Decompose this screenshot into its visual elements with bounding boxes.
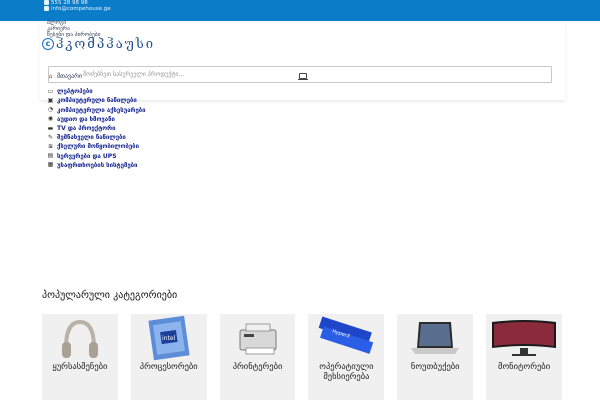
category-card-label: პრინტერები: [232, 362, 283, 372]
cpu-icon: ▣: [47, 96, 54, 104]
menu-item-audio[interactable]: ◉ აუდიო და ხმოვანი: [47, 115, 177, 124]
svg-text:intel: intel: [162, 335, 176, 342]
home-icon: ⌂: [48, 72, 53, 80]
server-icon: ▤: [47, 152, 54, 160]
logo-text: ჰკომპჰაუსი: [56, 36, 155, 52]
menu-item-network[interactable]: ≋ ქსელური მოწყობილობები: [47, 142, 177, 151]
mail-icon: [44, 6, 49, 11]
search-button-icon[interactable]: [298, 73, 308, 80]
menu-item-pc-parts[interactable]: ▣ კომპიუტერული ნაწილები: [47, 96, 177, 105]
phone-icon: [44, 0, 49, 5]
security-icon: ▦: [47, 161, 54, 169]
menu-item-security[interactable]: ▦ უსაფრთხოების სისტემები: [47, 161, 177, 170]
category-card-label: პროცესორები: [139, 362, 198, 372]
site-logo[interactable]: ᴄ ჰკომპჰაუსი: [42, 36, 155, 52]
logo-mark-icon: ᴄ: [42, 38, 54, 50]
category-card-label: ოპერატიული მეხსიერება: [319, 362, 374, 382]
menu-item-tv[interactable]: ▬ TV და პროექტორი: [47, 124, 177, 133]
monitor-image: [492, 320, 557, 356]
category-card-printers[interactable]: პრინტერები: [219, 314, 296, 400]
wifi-icon: ≋: [47, 142, 54, 150]
email-row[interactable]: info@compehouse.ge: [44, 6, 111, 12]
mouse-icon: ◔: [47, 106, 54, 114]
speaker-icon: ◉: [47, 115, 54, 123]
printer-image: [239, 323, 277, 355]
ram-image: HyperX: [319, 316, 374, 354]
menu-item-home[interactable]: ⌂ მთავარი: [47, 72, 177, 81]
laptop-icon: ▭: [47, 87, 54, 95]
category-card-label: მონიტორები: [498, 362, 551, 372]
menu-item-accessories[interactable]: ◔ კომპიუტერული აქსესუარები: [47, 106, 177, 115]
category-card-ram[interactable]: HyperX ოპერატიული მეხსიერება: [308, 314, 385, 400]
popular-categories-title: პოპულარული კატეგორიები: [42, 290, 178, 301]
category-card-notebooks[interactable]: ნოუთბუქები: [397, 314, 474, 400]
pen-icon: ✎: [47, 133, 54, 141]
email-address: info@compehouse.ge: [51, 6, 111, 12]
category-card-label: ნოუთბუქები: [410, 362, 460, 372]
category-card-headphones[interactable]: ყურსასმენები: [42, 314, 118, 400]
menu-item-laptops[interactable]: ▭ ლეპტოპები: [47, 87, 177, 96]
category-card-cpus[interactable]: intel პროცესორები: [130, 314, 207, 400]
cpu-image: intel: [148, 315, 190, 361]
category-card-monitors[interactable]: მონიტორები: [486, 314, 562, 400]
contact-info: 555 28 98 98 info@compehouse.ge: [44, 0, 111, 12]
popular-categories-grid: ყურსასმენები intel პროცესორები პრინტერებ…: [42, 314, 562, 400]
tv-icon: ▬: [47, 124, 54, 132]
menu-item-servers[interactable]: ▤ სერვერები და UPS: [47, 152, 177, 161]
category-menu: ⌂ მთავარი ▭ ლეპტოპები ▣ კომპიუტერული ნაწილე…: [47, 72, 177, 170]
notebook-image: [411, 322, 460, 354]
headphones-image: [62, 319, 98, 358]
menu-item-storage[interactable]: ✎ შემნახველი ნაწილები: [47, 133, 177, 142]
category-card-label: ყურსასმენები: [52, 362, 108, 372]
